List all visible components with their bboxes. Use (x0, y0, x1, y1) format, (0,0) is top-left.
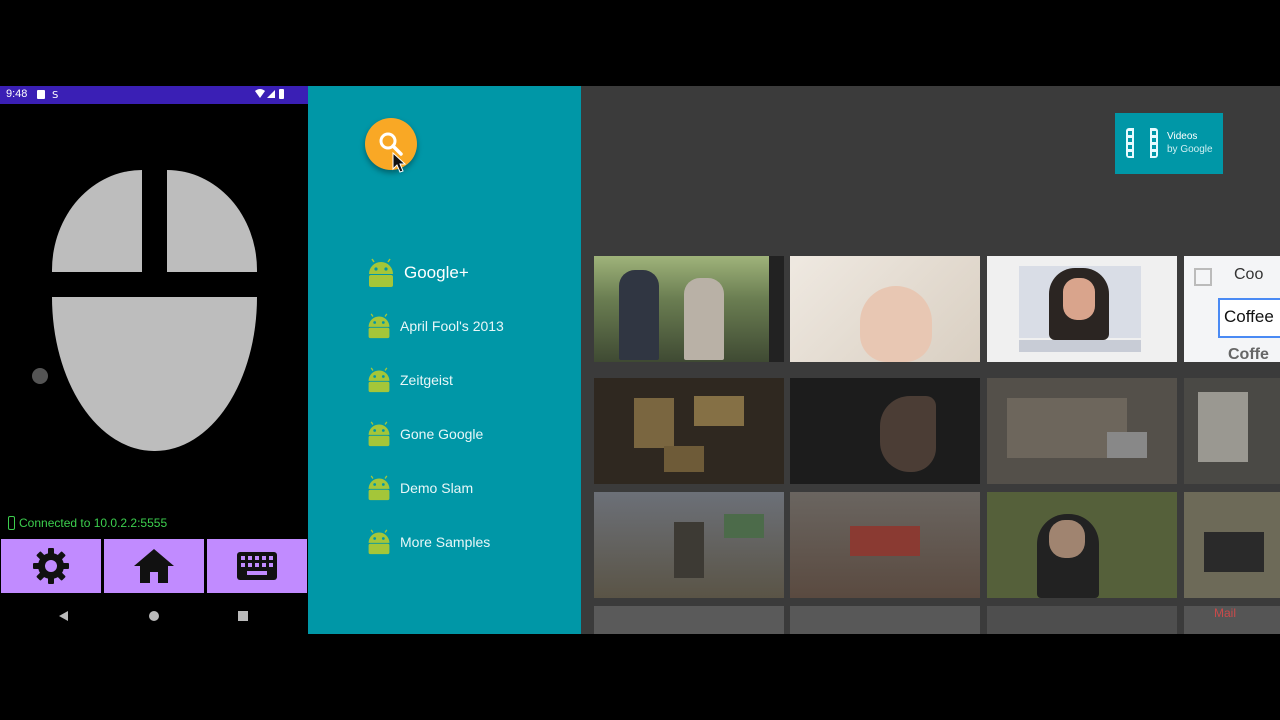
video-card[interactable] (790, 378, 980, 484)
brand-title: Videos (1167, 131, 1198, 142)
home-icon (134, 549, 174, 583)
svg-text:S: S (52, 90, 58, 100)
video-card[interactable] (594, 378, 784, 484)
connection-text: Connected to 10.0.2.2:5555 (19, 516, 168, 530)
connection-status: Connected to 10.0.2.2:5555 (8, 516, 167, 530)
home-nav-icon[interactable] (148, 610, 160, 622)
video-card[interactable]: Mail (1184, 606, 1280, 634)
tile-text: Coffe (1228, 346, 1269, 362)
search-button[interactable] (365, 118, 417, 170)
phone-connected-icon (8, 516, 15, 530)
android-icon (368, 313, 390, 339)
video-card[interactable] (987, 256, 1177, 362)
category-item[interactable]: Google+ (366, 258, 469, 288)
video-card[interactable] (1184, 378, 1280, 484)
category-label: Zeitgeist (400, 372, 453, 388)
brand-badge: Videos by Google (1115, 113, 1223, 174)
category-label: More Samples (400, 534, 491, 550)
mouse-left-button[interactable] (52, 170, 142, 272)
tile-text: Coo (1234, 266, 1264, 283)
video-card[interactable] (987, 378, 1177, 484)
video-card[interactable] (1184, 492, 1280, 598)
video-card[interactable] (790, 492, 980, 598)
keyboard-icon (237, 552, 277, 580)
category-label: Gone Google (400, 426, 484, 442)
touchpad-area[interactable] (52, 297, 257, 451)
status-time: 9:48 (6, 88, 28, 100)
scroll-handle[interactable] (32, 368, 48, 384)
back-icon[interactable] (58, 610, 70, 622)
category-item[interactable]: Gone Google (366, 421, 483, 447)
android-icon (368, 475, 390, 501)
android-icon (368, 421, 390, 447)
category-label: Google+ (404, 263, 469, 282)
android-nav-bar (0, 598, 308, 634)
category-item[interactable]: April Fool's 2013 (366, 313, 504, 339)
gear-icon (33, 548, 69, 584)
video-card[interactable] (790, 606, 980, 634)
video-card[interactable] (594, 606, 784, 634)
system-icons (254, 88, 288, 103)
recents-icon[interactable] (237, 610, 249, 622)
tile-text: Mail (1214, 606, 1237, 620)
sd-card-icon: S (37, 90, 58, 101)
video-card[interactable] (790, 256, 980, 362)
wifi-signal-battery-icon (255, 89, 284, 99)
settings-button[interactable] (1, 539, 101, 593)
mouse-cursor-icon (392, 152, 406, 173)
video-card[interactable] (987, 492, 1177, 598)
category-label: April Fool's 2013 (400, 318, 504, 334)
video-card[interactable]: Coo Coffee Coffe (1184, 256, 1280, 362)
brand-subtitle: by Google (1167, 144, 1213, 155)
category-sidebar: Google+ April Fool's 2013 Zeitgeist Gone… (308, 86, 581, 634)
android-icon (368, 367, 390, 393)
category-item[interactable]: More Samples (366, 529, 490, 555)
android-icon (368, 529, 390, 555)
android-icon (369, 258, 393, 287)
category-item[interactable]: Demo Slam (366, 475, 473, 501)
category-item[interactable]: Zeitgeist (366, 367, 453, 393)
film-strip-icon (1126, 128, 1158, 158)
phone-remote-panel: 9:48 S Connected to 10.0.2.2:5555 (0, 86, 308, 634)
mouse-right-button[interactable] (167, 170, 257, 272)
status-bar: 9:48 S (0, 86, 308, 104)
video-card[interactable] (987, 606, 1177, 634)
video-browse-area: Videos by Google Coo Coffee Coffe Mail (581, 86, 1280, 634)
keyboard-button[interactable] (207, 539, 307, 593)
home-button[interactable] (104, 539, 204, 593)
category-label: Demo Slam (400, 480, 474, 496)
tile-text: Coffee (1224, 307, 1274, 326)
video-card[interactable] (594, 256, 784, 362)
video-card[interactable] (594, 492, 784, 598)
notification-icons: S (36, 89, 62, 103)
